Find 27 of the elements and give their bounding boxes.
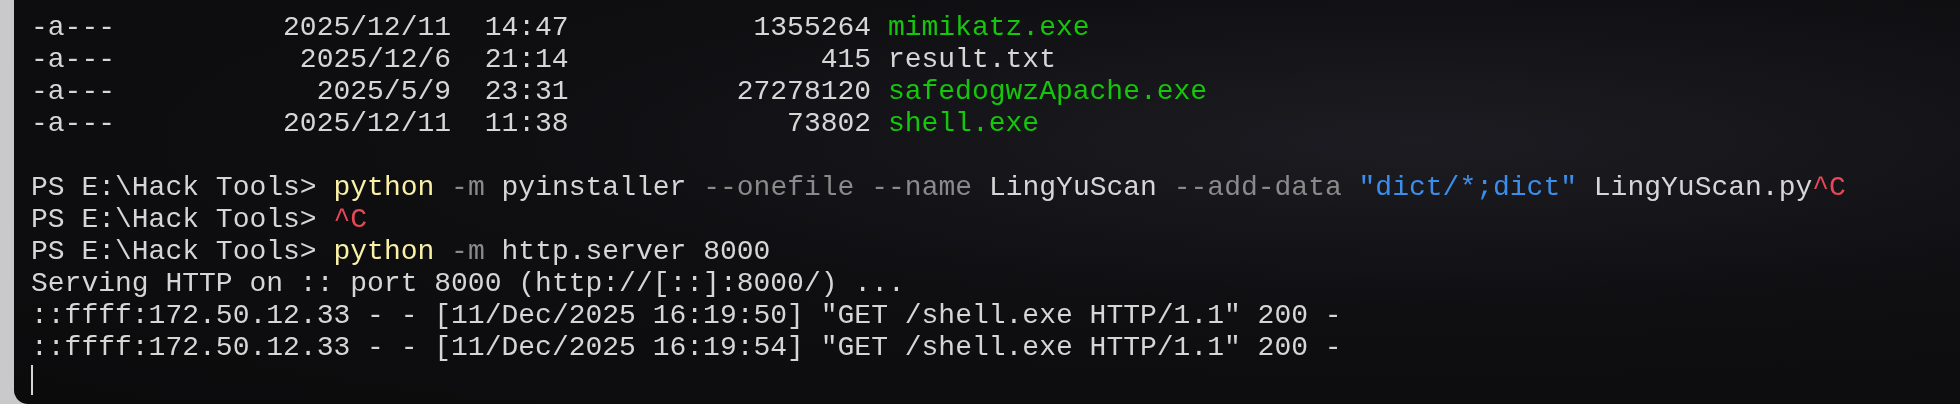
file-name: safedogwzApache.exe [887, 76, 1208, 108]
file-time: 11:38 [483, 108, 569, 140]
output-line: Serving HTTP on :: port 8000 (http://[::]:8000/) ... [31, 268, 905, 300]
file-mode: -a--- [31, 12, 116, 44]
file-date: 2025/12/11 [282, 108, 452, 140]
file-size: 73802 [786, 108, 872, 140]
file-date: 2025/12/6 [298, 44, 452, 76]
text-cursor [31, 365, 33, 395]
command-line: PS E:\Hack Tools> ^C [31, 204, 368, 236]
file-size: 1355264 [752, 12, 872, 44]
command-line: PS E:\Hack Tools> python -m pyinstaller --onefile --name LingYuScan --add-data "dict/*;dict" LingYuScan.py^C [31, 172, 1846, 204]
file-time: 21:14 [483, 44, 569, 76]
file-date: 2025/12/11 [282, 12, 452, 44]
file-mode: -a--- [31, 44, 116, 76]
output-line: ::ffff:172.50.12.33 - - [11/Dec/2025 16:19:50] "GET /shell.exe HTTP/1.1" 200 - [31, 300, 1342, 332]
file-name: mimikatz.exe [887, 12, 1090, 44]
file-time: 14:47 [483, 12, 569, 44]
file-size: 415 [819, 44, 872, 76]
output-line: ::ffff:172.50.12.33 - - [11/Dec/2025 16:19:54] "GET /shell.exe HTTP/1.1" 200 - [31, 332, 1342, 364]
file-time: 23:31 [483, 76, 569, 108]
file-mode: -a--- [31, 108, 116, 140]
file-name: result.txt [887, 44, 1056, 76]
file-name: shell.exe [887, 108, 1040, 140]
file-size: 27278120 [735, 76, 872, 108]
file-mode: -a--- [31, 76, 116, 108]
file-date: 2025/5/9 [315, 76, 452, 108]
command-line: PS E:\Hack Tools> python -m http.server 8000 [31, 236, 771, 268]
